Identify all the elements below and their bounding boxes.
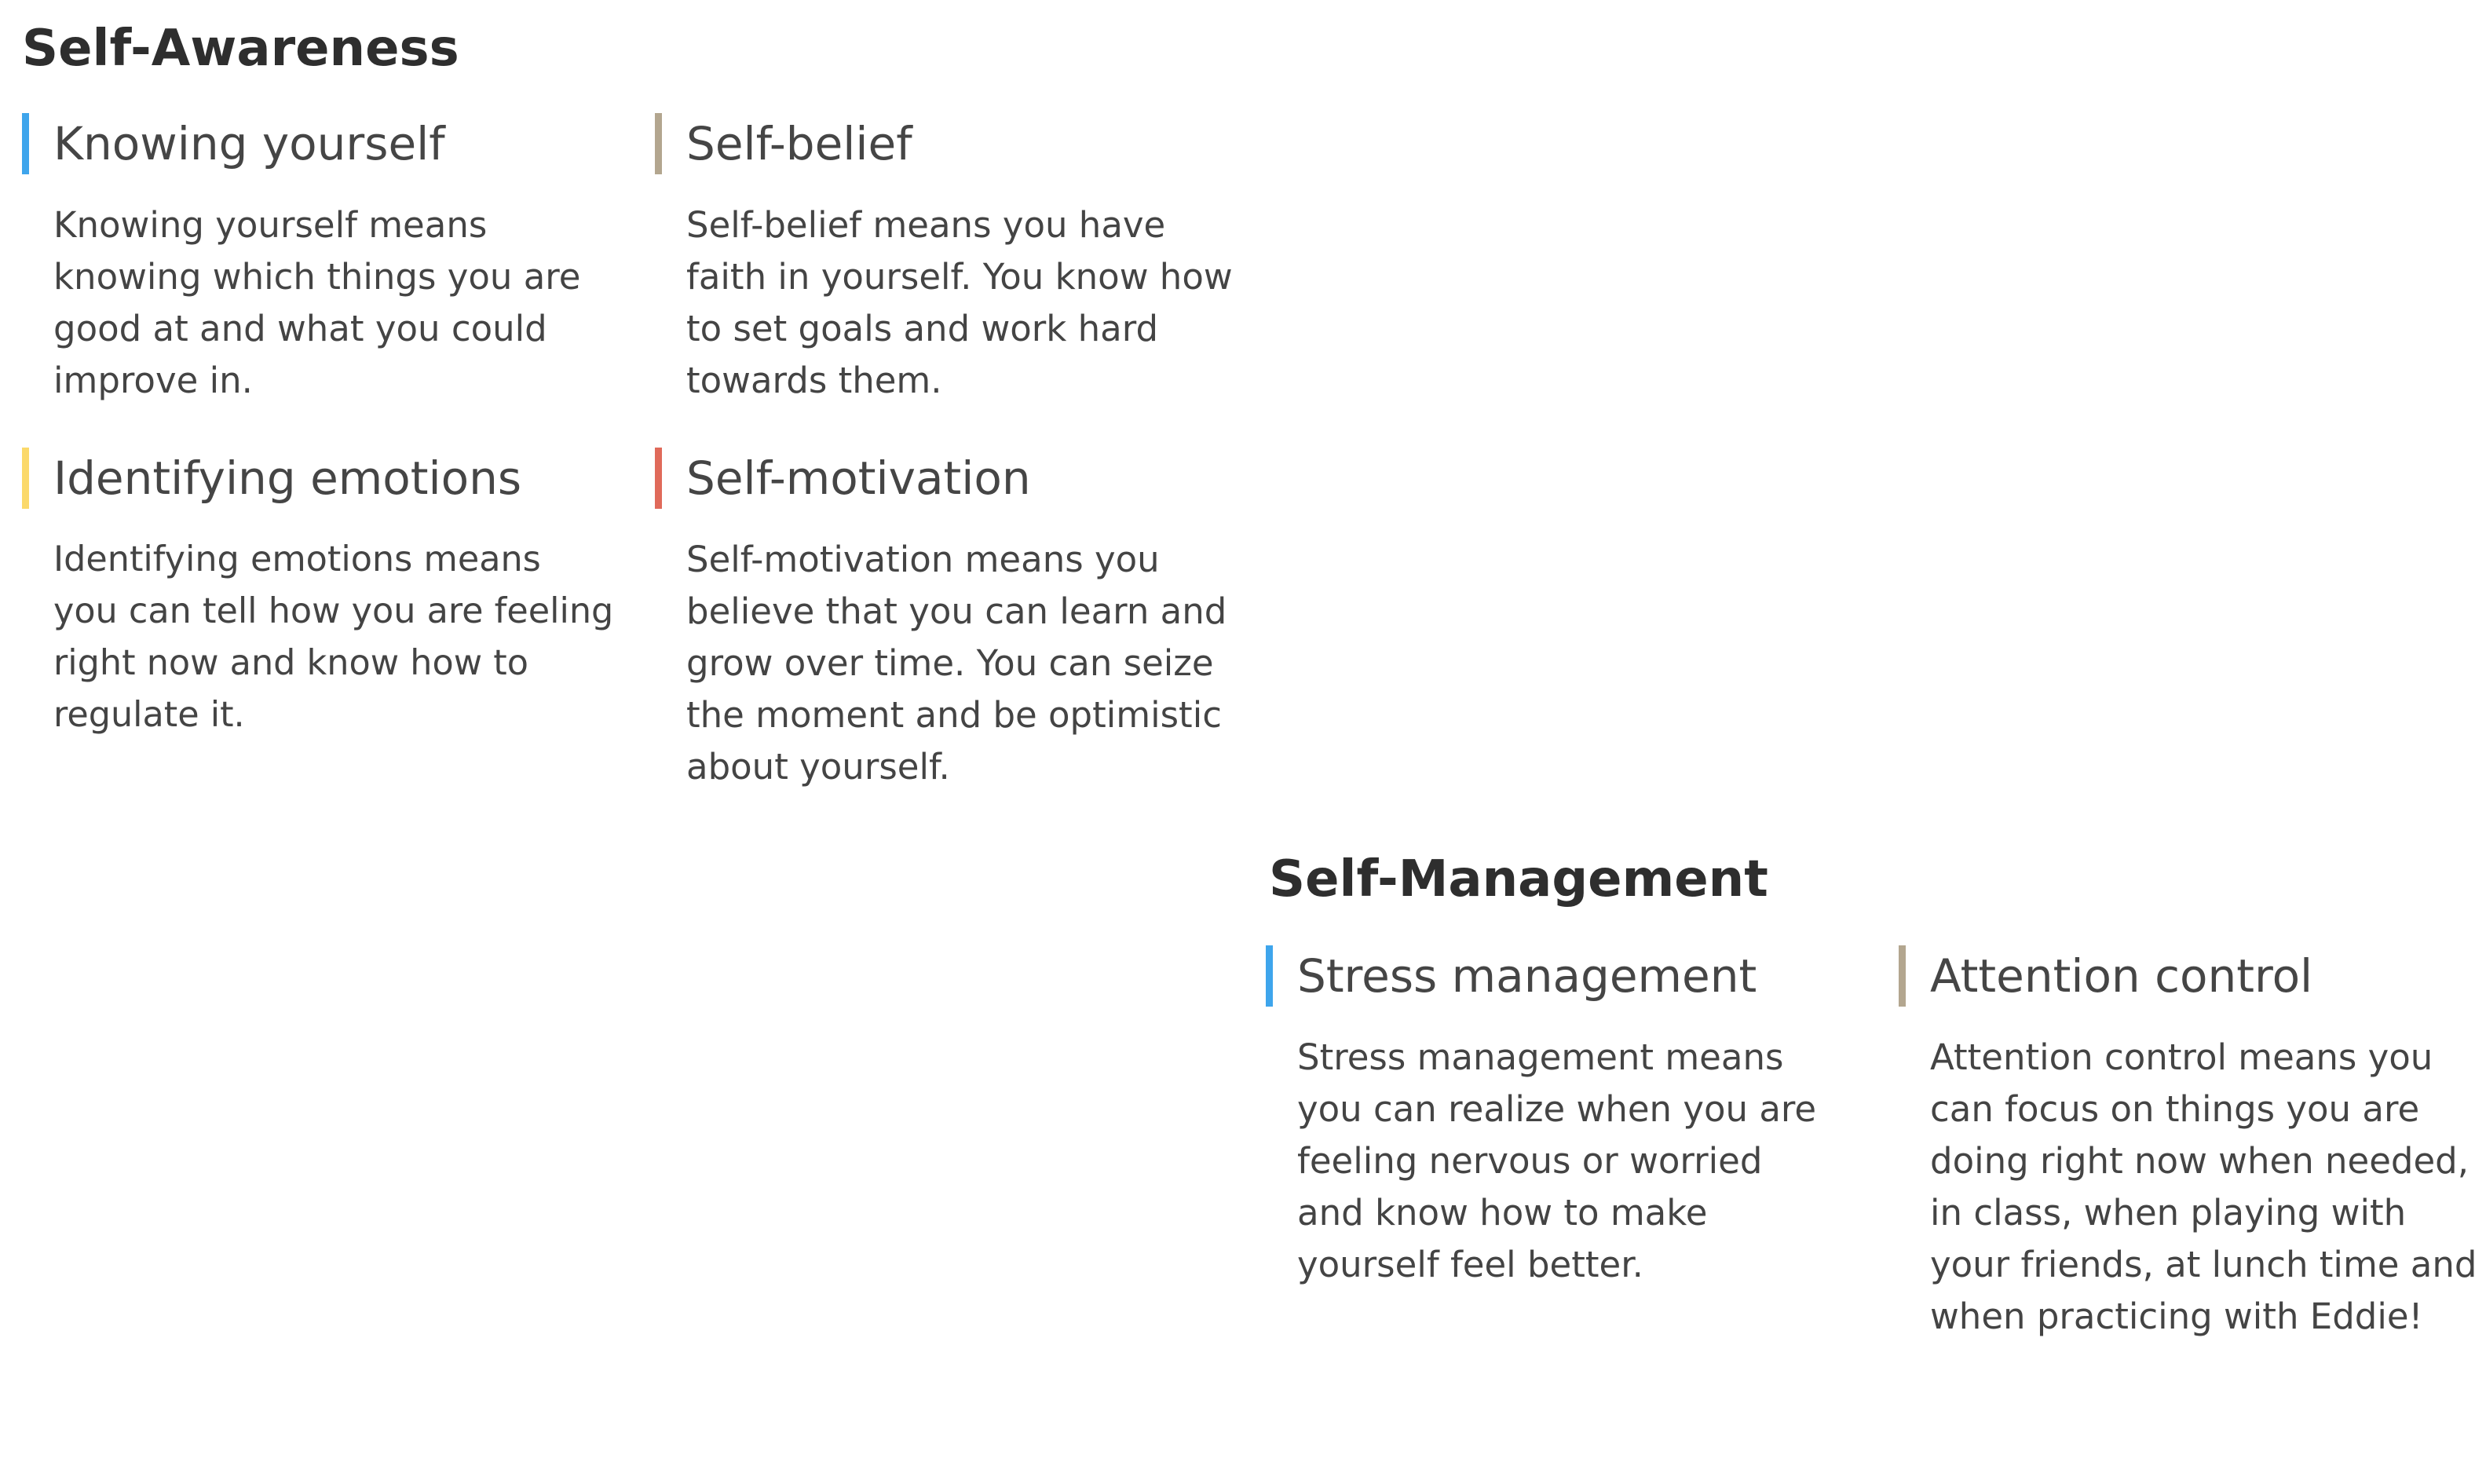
accent-bar	[1266, 945, 1273, 1007]
card-header: Attention control	[1899, 945, 2486, 1007]
card-title: Self-motivation	[686, 451, 1031, 505]
description-line: believe that you can learn and	[686, 590, 1227, 632]
card-description: Stress management means you can realize …	[1297, 1032, 1863, 1291]
card-title: Self-belief	[686, 117, 912, 170]
description-line: about yourself.	[686, 746, 950, 788]
accent-bar	[1899, 945, 1906, 1007]
accent-bar	[655, 113, 662, 174]
description-line: Self-belief means you have	[686, 204, 1166, 246]
accent-bar	[22, 448, 29, 509]
description-line: Identifying emotions means	[53, 539, 541, 579]
description-line: your friends, at lunch time and	[1930, 1244, 2477, 1285]
description-line: can focus on things you are	[1930, 1088, 2420, 1130]
card-description: Self-belief means you have faith in your…	[686, 199, 1252, 407]
card-description: Identifying emotions means you can tell …	[53, 534, 619, 741]
description-line: Knowing yourself means	[53, 204, 488, 246]
card-knowing-yourself: Knowing yourself Knowing yourself means …	[22, 113, 619, 401]
card-description: Knowing yourself means knowing which thi…	[53, 199, 619, 407]
description-line: to set goals and work hard	[686, 308, 1159, 349]
card-header: Self-belief	[655, 113, 1252, 174]
description-line: the moment and be optimistic	[686, 694, 1222, 736]
card-title: Attention control	[1930, 949, 2313, 1003]
accent-bar	[655, 448, 662, 509]
accent-bar	[22, 113, 29, 174]
section-title: Self-Management	[1269, 850, 1768, 908]
card-description: Self-motivation means you believe that y…	[686, 534, 1252, 793]
description-line: feeling nervous or worried	[1297, 1140, 1763, 1182]
description-line: you can tell how you are feeling	[53, 591, 614, 631]
card-title: Knowing yourself	[53, 117, 445, 170]
description-line: regulate it.	[53, 695, 245, 735]
description-line: Attention control means you	[1930, 1036, 2433, 1078]
card-identifying-emotions: Identifying emotions Identifying emotion…	[22, 448, 619, 735]
section-self-awareness: Self-Awareness Knowing yourself Knowing …	[22, 17, 1278, 802]
description-line: grow over time. You can seize	[686, 642, 1214, 684]
section-title: Self-Awareness	[22, 20, 459, 78]
card-header: Self-motivation	[655, 448, 1252, 509]
description-line: and know how to make	[1297, 1192, 1708, 1234]
card-header: Identifying emotions	[22, 448, 619, 509]
description-line: towards them.	[686, 360, 942, 401]
description-line: Self-motivation means you	[686, 539, 1160, 580]
card-description: Attention control means you can focus on…	[1930, 1032, 2486, 1343]
description-line: in class, when playing with	[1930, 1192, 2407, 1234]
card-title: Identifying emotions	[53, 451, 522, 505]
card-title: Stress management	[1297, 949, 1757, 1003]
card-attention-control: Attention control Attention control mean…	[1899, 945, 2486, 1337]
section-self-management: Self-Management Stress management Stress…	[1266, 848, 2486, 1484]
card-header: Knowing yourself	[22, 113, 619, 174]
description-line: right now and know how to	[53, 643, 528, 683]
card-header: Stress management	[1266, 945, 1863, 1007]
description-line: Stress management means	[1297, 1036, 1784, 1078]
description-line: you can realize when you are	[1297, 1088, 1817, 1130]
description-line: improve in.	[53, 360, 253, 401]
description-line: doing right now when needed,	[1930, 1140, 2470, 1182]
card-self-motivation: Self-motivation Self-motivation means yo…	[655, 448, 1252, 788]
card-self-belief: Self-belief Self-belief means you have f…	[655, 113, 1252, 401]
description-line: when practicing with Eddie!	[1930, 1296, 2423, 1337]
description-line: yourself feel better.	[1297, 1244, 1643, 1285]
description-line: faith in yourself. You know how	[686, 256, 1233, 298]
description-line: good at and what you could	[53, 308, 547, 349]
card-stress-management: Stress management Stress management mean…	[1266, 945, 1863, 1285]
description-line: knowing which things you are	[53, 256, 581, 298]
